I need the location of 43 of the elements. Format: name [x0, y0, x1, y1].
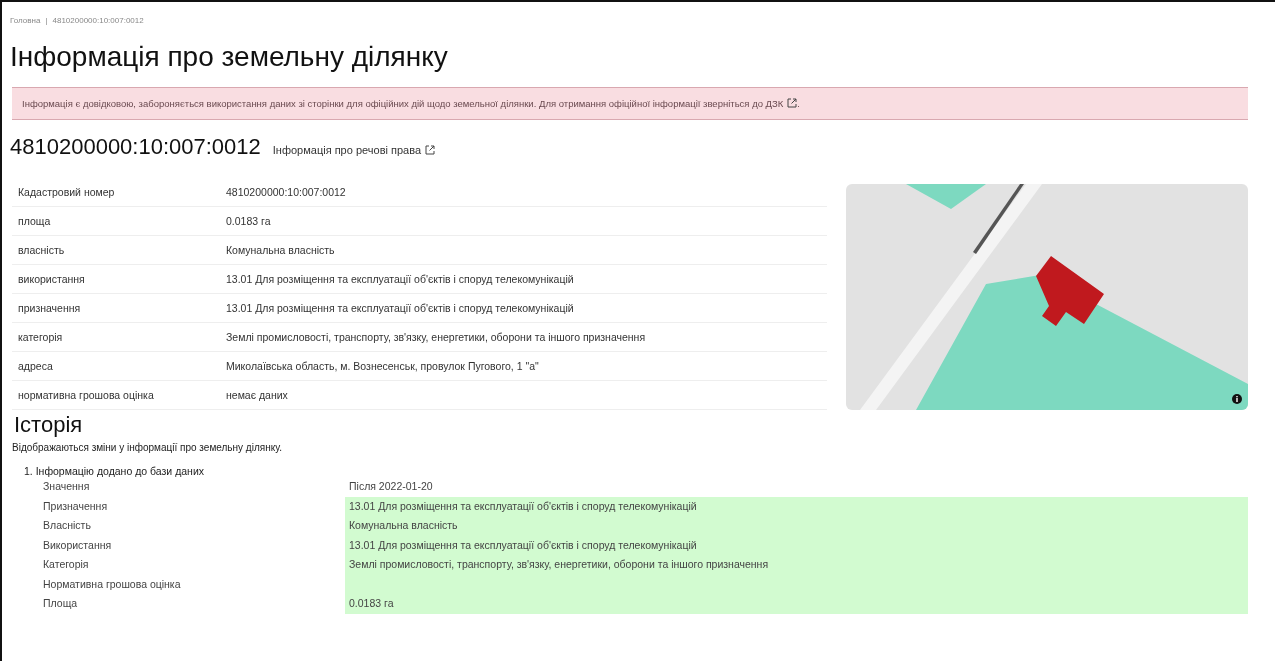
cadastral-number-heading: 4810200000:10:007:0012	[10, 134, 261, 160]
detail-value: немає даних	[220, 380, 827, 410]
history-label: Призначення	[42, 498, 109, 514]
history-entry-title: 1. Інформацію додано до бази даних	[24, 465, 206, 477]
history-label: Використання	[42, 537, 113, 553]
changed-value: Землі промисловості, транспорту, зв'язку, енергетики, оборони та іншого призначення	[345, 555, 1248, 575]
detail-value: 13.01 Для розміщення та експлуатації об'єктів і споруд телекомунікацій	[220, 264, 827, 294]
detail-label: Кадастровий номер	[12, 178, 220, 207]
detail-label: адреса	[12, 351, 220, 381]
detail-label: нормативна грошова оцінка	[12, 380, 220, 410]
detail-label: власність	[12, 235, 220, 265]
history-label: Власність	[42, 518, 92, 533]
info-icon[interactable]	[1232, 394, 1242, 404]
detail-value: 0.0183 га	[220, 206, 827, 236]
detail-label: призначення	[12, 293, 220, 323]
page-title: Інформація про земельну ділянку	[10, 41, 449, 73]
history-label: Нормативна грошова оцінка	[42, 576, 182, 592]
property-rights-link[interactable]: Інформація про речові права	[272, 144, 435, 156]
breadcrumb-current: 4810200000:10:007:0012	[52, 16, 144, 25]
dzk-link[interactable]: ДЗК	[765, 98, 798, 109]
changed-value: 13.01 Для розміщення та експлуатації об'єктів і споруд телекомунікацій	[345, 496, 1248, 516]
detail-value: 4810200000:10:007:0012	[220, 178, 827, 207]
history-description: Відображаються зміни у інформації про земельну ділянку.	[12, 442, 283, 453]
detail-value: Землі промисловості, транспорту, зв'язку, енергетики, оборони та іншого призначення	[220, 322, 827, 352]
history-value: Після 2022-01-20	[348, 479, 434, 494]
detail-label: категорія	[12, 322, 220, 352]
detail-label: площа	[12, 206, 220, 236]
history-label: Категорія	[42, 557, 90, 572]
history-label: Площа	[42, 596, 79, 611]
detail-value: Комунальна власність	[220, 235, 827, 265]
breadcrumb-link[interactable]: Головна	[10, 16, 41, 25]
changed-value: Комунальна власність	[345, 516, 1248, 536]
detail-value: 13.01 Для розміщення та експлуатації об'єктів і споруд телекомунікацій	[220, 293, 827, 323]
changed-value: 13.01 Для розміщення та експлуатації об'єктів і споруд телекомунікацій	[345, 535, 1248, 555]
history-heading: Історія	[14, 412, 84, 438]
warning-alert: Інформація є довідковою, забороняється використання даних зі сторінки для офіційних дій щодо земельної ділянки. Для отримання офіційної інформації зверніться до ДЗК .	[12, 87, 1248, 120]
history-label: Значення	[42, 479, 91, 494]
external-link-icon	[787, 98, 798, 108]
changed-value: 0.0183 га	[345, 594, 1248, 614]
external-link-icon	[425, 145, 435, 155]
breadcrumb-separator: |	[45, 16, 48, 25]
detail-value: Миколаївська область, м. Вознесенськ, провулок Пугового, 1 "а"	[220, 351, 827, 381]
detail-label: використання	[12, 264, 220, 294]
